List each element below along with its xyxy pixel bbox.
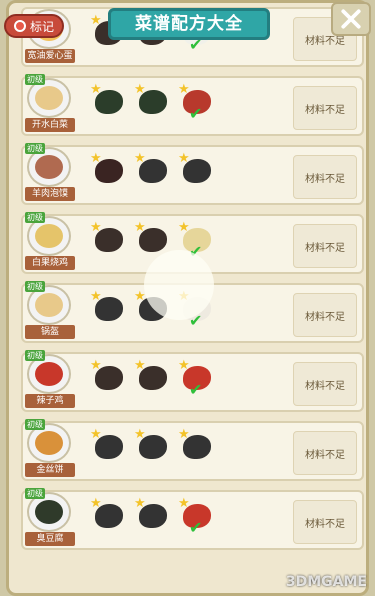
ingredient-icon: [95, 435, 123, 459]
marker-button[interactable]: 标记: [4, 14, 64, 38]
dish-image: [35, 500, 63, 524]
ingredient-slot[interactable]: ★: [89, 220, 129, 260]
dish-name: 宽油爱心蛋: [25, 49, 75, 63]
level-badge: 初级: [25, 488, 45, 499]
status-label: 材料不足: [293, 500, 357, 544]
dish-name: 锅盔: [25, 325, 75, 339]
ingredient-slot[interactable]: ★: [89, 358, 129, 398]
dish-thumbnail: 初级 辣子鸡: [25, 350, 75, 408]
ingredient-icon: [139, 504, 167, 528]
ingredient-icon: [139, 435, 167, 459]
ingredient-slot[interactable]: ★: [133, 82, 173, 122]
dish-name: 臭豆腐: [25, 532, 75, 546]
dish-image: [35, 155, 63, 179]
marker-dot-icon: [13, 20, 26, 32]
dish-thumbnail: 初级 金丝饼: [25, 419, 75, 477]
dish-name: 辣子鸡: [25, 394, 75, 408]
ingredient-icon: [183, 159, 211, 183]
ingredient-slot[interactable]: ★: [133, 358, 173, 398]
mascot-overlay: [144, 250, 214, 320]
recipe-row[interactable]: 初级 金丝饼 ★ ★ ★ 材料不足: [21, 419, 364, 481]
close-button[interactable]: [331, 2, 371, 36]
ingredient-slot[interactable]: ★: [89, 289, 129, 329]
ingredient-icon: [95, 366, 123, 390]
status-label: 材料不足: [293, 224, 357, 268]
ingredient-icon: [139, 366, 167, 390]
dish-thumbnail: 初级 开水白菜: [25, 74, 75, 132]
dish-image: [35, 431, 63, 455]
dish-image: [35, 86, 63, 110]
dish-thumbnail: 初级 羊肉泡馍: [25, 143, 75, 201]
dish-thumbnail: 初级 白果烧鸡: [25, 212, 75, 270]
ingredient-icon: [139, 159, 167, 183]
ingredient-icon: [139, 90, 167, 114]
ingredient-slot[interactable]: ★: [177, 151, 217, 191]
ingredient-slot[interactable]: ★: [89, 82, 129, 122]
level-badge: 初级: [25, 419, 45, 430]
ingredient-slot[interactable]: ★: [133, 151, 173, 191]
dish-thumbnail: 初级 臭豆腐: [25, 488, 75, 546]
recipe-list[interactable]: 宽油爱心蛋★★★✔材料不足初级开水白菜★★★✔材料不足初级羊肉泡馍★★★材料不足…: [9, 7, 366, 593]
dish-name: 白果烧鸡: [25, 256, 75, 270]
close-icon: [341, 9, 361, 29]
dish-name: 开水白菜: [25, 118, 75, 132]
ingredient-icon: [95, 297, 123, 321]
dish-image: [35, 362, 63, 386]
check-icon: ✔: [189, 518, 203, 537]
watermark: 3DMGAME: [285, 574, 367, 590]
ingredient-slot[interactable]: ★: [89, 427, 129, 467]
status-label: 材料不足: [293, 86, 357, 130]
ingredient-slot[interactable]: ★: [177, 427, 217, 467]
ingredient-slot[interactable]: ★: [89, 151, 129, 191]
dish-image: [35, 224, 63, 248]
level-badge: 初级: [25, 212, 45, 223]
ingredient-slot[interactable]: ★: [89, 496, 129, 536]
marker-label: 标记: [29, 19, 54, 34]
ingredient-icon: [95, 504, 123, 528]
dish-name: 羊肉泡馍: [25, 187, 75, 201]
dish-thumbnail: 初级 锅盔: [25, 281, 75, 339]
check-icon: ✔: [189, 104, 203, 123]
ingredient-icon: [95, 228, 123, 252]
level-badge: 初级: [25, 281, 45, 292]
level-badge: 初级: [25, 350, 45, 361]
ingredient-slot[interactable]: ★✔: [177, 496, 217, 537]
level-badge: 初级: [25, 74, 45, 85]
ingredient-icon: [95, 90, 123, 114]
ingredient-slot[interactable]: ★✔: [177, 82, 217, 123]
recipe-row[interactable]: 初级 开水白菜 ★ ★ ★ ✔ 材料不足: [21, 74, 364, 136]
level-badge: 初级: [25, 143, 45, 154]
dish-image: [35, 293, 63, 317]
status-label: 材料不足: [293, 362, 357, 406]
recipe-row[interactable]: 初级 辣子鸡 ★ ★ ★ ✔ 材料不足: [21, 350, 364, 412]
ingredient-slot[interactable]: ★✔: [177, 358, 217, 399]
status-label: 材料不足: [293, 431, 357, 475]
ingredient-slot[interactable]: ★: [133, 496, 173, 536]
check-icon: ✔: [189, 380, 203, 399]
dish-name: 金丝饼: [25, 463, 75, 477]
recipe-row[interactable]: 初级 臭豆腐 ★ ★ ★ ✔ 材料不足: [21, 488, 364, 550]
page-title: 菜谱配方大全: [108, 8, 270, 40]
ingredient-icon: [183, 435, 211, 459]
status-label: 材料不足: [293, 293, 357, 337]
recipe-row[interactable]: 初级 羊肉泡馍 ★ ★ ★ 材料不足: [21, 143, 364, 205]
ingredient-icon: [139, 228, 167, 252]
ingredient-icon: [95, 159, 123, 183]
ingredient-slot[interactable]: ★: [133, 427, 173, 467]
status-label: 材料不足: [293, 155, 357, 199]
